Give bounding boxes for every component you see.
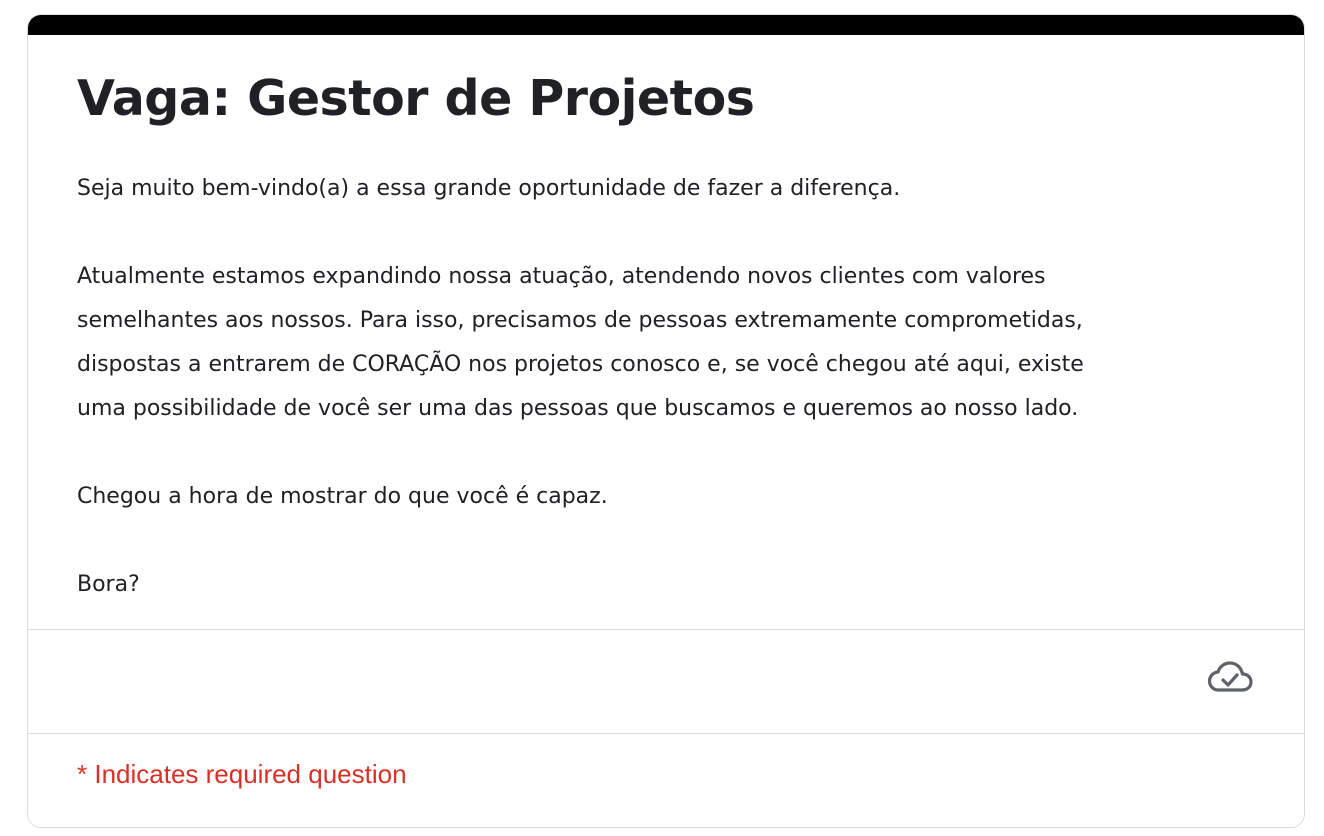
form-title: Vaga: Gestor de Projetos <box>77 70 755 127</box>
save-status-row <box>28 630 1304 733</box>
form-header-card: Vaga: Gestor de Projetos Seja muito bem-… <box>27 14 1305 828</box>
description-paragraph: Chegou a hora de mostrar do que você é c… <box>77 484 608 509</box>
required-question-note: * Indicates required question <box>77 759 407 789</box>
form-accent-bar <box>28 15 1304 35</box>
description-line: semelhantes aos nossos. Para isso, preci… <box>77 308 1083 333</box>
section-divider <box>28 733 1304 734</box>
description-line: dispostas a entrarem de CORAÇÃO nos proj… <box>77 352 1084 377</box>
form-description: Seja muito bem-vindo(a) a essa grande op… <box>77 167 1262 607</box>
cloud-check-icon[interactable] <box>1206 657 1254 697</box>
form-header: Vaga: Gestor de Projetos Seja muito bem-… <box>28 35 1304 629</box>
description-paragraph: Bora? <box>77 572 140 597</box>
description-line: uma possibilidade de você ser uma das pe… <box>77 396 1079 421</box>
description-paragraph: Seja muito bem-vindo(a) a essa grande op… <box>77 176 901 201</box>
description-line: Atualmente estamos expandindo nossa atua… <box>77 264 1046 289</box>
